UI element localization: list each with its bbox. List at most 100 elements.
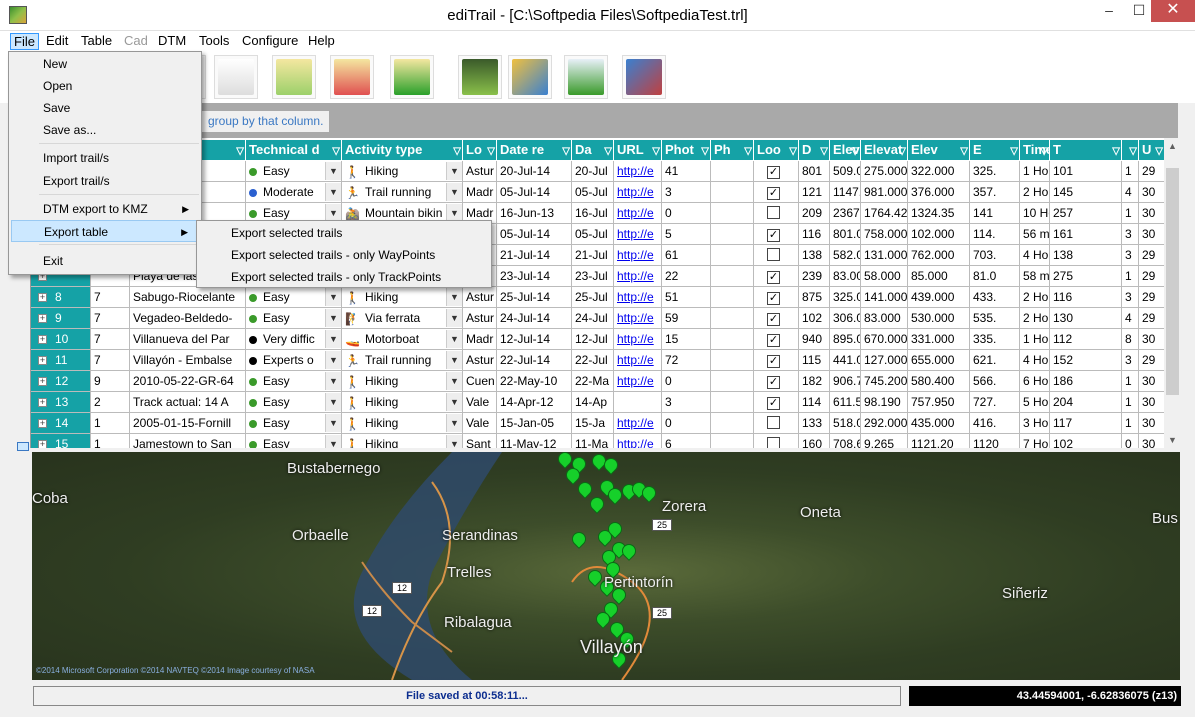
cell-t[interactable]: 204 xyxy=(1050,392,1122,413)
menu-help[interactable]: Help xyxy=(305,33,338,50)
cell-t[interactable]: 275 xyxy=(1050,266,1122,287)
activity-dropdown-icon[interactable]: ▼ xyxy=(446,162,462,180)
cell-date[interactable]: 20-Jul-14 xyxy=(497,161,572,182)
cell-e3[interactable]: 331.000 xyxy=(908,329,970,350)
cell-loc[interactable]: Astur xyxy=(463,350,497,371)
filter-icon[interactable]: ▽ xyxy=(332,142,340,160)
cell-time[interactable]: 4 Hours 43 xyxy=(1020,350,1050,371)
cell-act[interactable]: 🏃 Trail running ▼ xyxy=(342,350,463,371)
url-link[interactable]: http://e xyxy=(617,437,654,448)
table-row[interactable]: +14 1 2005-01-15-Fornill Easy ▼ 🚶 Hiking ▼ Vale 1… xyxy=(31,413,1164,434)
cell-time[interactable]: 2 Hours 32 xyxy=(1020,182,1050,203)
cell-loo[interactable]: ✓ xyxy=(754,266,799,287)
table-row[interactable]: +9 7 Vegadeo-Beldedo- Easy ▼ 🧗 Via ferrata ▼ Ast… xyxy=(31,308,1164,329)
column-header[interactable]: Phot ▽ xyxy=(662,140,711,160)
cell-e2[interactable]: 292.000 xyxy=(861,413,908,434)
cell-da[interactable]: 22-Jul xyxy=(572,350,614,371)
cell-url[interactable]: http://e xyxy=(614,287,662,308)
cell-e4[interactable]: 621. xyxy=(970,350,1020,371)
loop-checkbox[interactable]: ✓ xyxy=(767,187,780,200)
cell-phot[interactable]: 59 xyxy=(662,308,711,329)
cell-ph[interactable] xyxy=(711,287,754,308)
close-button[interactable]: ✕ xyxy=(1151,0,1195,22)
cell-name[interactable]: 2005-01-15-Fornill xyxy=(130,413,246,434)
cell-e2[interactable]: 98.190 xyxy=(861,392,908,413)
scroll-thumb[interactable] xyxy=(1166,168,1179,395)
cell-phot[interactable]: 51 xyxy=(662,287,711,308)
menu-item-export-table[interactable]: Export table ▶ xyxy=(11,220,199,242)
cell-t[interactable]: 145 xyxy=(1050,182,1122,203)
cell-e4[interactable]: 141 xyxy=(970,203,1020,224)
cell-da[interactable]: 25-Jul xyxy=(572,287,614,308)
cell-url[interactable] xyxy=(614,392,662,413)
submenu-item-export-0[interactable]: Export selected trails xyxy=(199,222,489,244)
cell-act[interactable]: 🏃 Trail running ▼ xyxy=(342,182,463,203)
url-link[interactable]: http://e xyxy=(617,248,654,262)
cell-e2[interactable]: 1764.420 xyxy=(861,203,908,224)
url-link[interactable]: http://e xyxy=(617,206,654,220)
cell-loc[interactable]: Vale xyxy=(463,413,497,434)
cell-x[interactable]: 1 xyxy=(1122,413,1139,434)
cell-e1[interactable]: 441.00 xyxy=(830,350,861,371)
cell-ph[interactable] xyxy=(711,308,754,329)
column-header[interactable]: URL ▽ xyxy=(614,140,662,160)
difficulty-dropdown-icon[interactable]: ▼ xyxy=(325,393,341,411)
cell-date[interactable]: 25-Jul-14 xyxy=(497,287,572,308)
cell-id[interactable]: +12 xyxy=(31,371,91,392)
difficulty-dropdown-icon[interactable]: ▼ xyxy=(325,414,341,432)
cell-loo[interactable]: ✓ xyxy=(754,329,799,350)
filter-icon[interactable]: ▽ xyxy=(652,142,660,160)
cell-date[interactable]: 14-Apr-12 xyxy=(497,392,572,413)
cell-e4[interactable]: 727. xyxy=(970,392,1020,413)
url-link[interactable]: http://e xyxy=(617,374,654,388)
cell-loc[interactable]: Vale xyxy=(463,392,497,413)
cell-diff[interactable]: Easy ▼ xyxy=(246,287,342,308)
cell-date[interactable]: 16-Jun-13 xyxy=(497,203,572,224)
activity-dropdown-icon[interactable]: ▼ xyxy=(446,183,462,201)
cell-t[interactable]: 152 xyxy=(1050,350,1122,371)
cell-e1[interactable]: 611.54 xyxy=(830,392,861,413)
cell-ph[interactable] xyxy=(711,392,754,413)
cell-e4[interactable]: 433. xyxy=(970,287,1020,308)
cell-loc[interactable]: Cuen xyxy=(463,371,497,392)
loop-checkbox[interactable]: ✓ xyxy=(767,397,780,410)
cell-d[interactable]: 209 xyxy=(799,203,830,224)
cell-phot[interactable]: 0 xyxy=(662,413,711,434)
cell-phot[interactable]: 72 xyxy=(662,350,711,371)
cell-e3[interactable]: 757.950 xyxy=(908,392,970,413)
cell-e2[interactable]: 9.265 xyxy=(861,434,908,448)
url-link[interactable]: http://e xyxy=(617,332,654,346)
column-header[interactable]: E ▽ xyxy=(970,140,1020,160)
cell-x[interactable]: 1 xyxy=(1122,392,1139,413)
column-header[interactable]: Elev ▽ xyxy=(830,140,861,160)
cell-e2[interactable]: 275.000 xyxy=(861,161,908,182)
cell-time[interactable]: 5 Hours 36 xyxy=(1020,392,1050,413)
cell-ph[interactable] xyxy=(711,371,754,392)
column-header[interactable]: D ▽ xyxy=(799,140,830,160)
cell-diff[interactable]: Easy ▼ xyxy=(246,392,342,413)
filter-icon[interactable]: ▽ xyxy=(898,142,906,160)
cell-phot[interactable]: 61 xyxy=(662,245,711,266)
cell-da[interactable]: 20-Jul xyxy=(572,161,614,182)
expand-row-icon[interactable]: + xyxy=(38,335,47,344)
cell-x[interactable]: 1 xyxy=(1122,161,1139,182)
cell-u[interactable]: 30 xyxy=(1139,224,1164,245)
column-header[interactable]: Activity type ▽ xyxy=(342,140,463,160)
cell-loo[interactable] xyxy=(754,413,799,434)
cell-d[interactable]: 875 xyxy=(799,287,830,308)
maximize-button[interactable]: ☐ xyxy=(1124,0,1154,22)
cell-phot[interactable]: 22 xyxy=(662,266,711,287)
cell-loo[interactable]: ✓ xyxy=(754,392,799,413)
cell-time[interactable]: 7 Hours 10 xyxy=(1020,434,1050,448)
table-add-button[interactable] xyxy=(330,55,374,99)
filter-icon[interactable]: ▽ xyxy=(487,142,495,160)
cell-e4[interactable]: 81.0 xyxy=(970,266,1020,287)
filter-icon[interactable]: ▽ xyxy=(744,142,752,160)
menu-item-exit[interactable]: Exit xyxy=(11,250,199,272)
cell-diff[interactable]: Easy ▼ xyxy=(246,413,342,434)
url-link[interactable]: http://e xyxy=(617,416,654,430)
cell-diff[interactable]: Easy ▼ xyxy=(246,161,342,182)
cell-id[interactable]: +15 xyxy=(31,434,91,448)
menu-item-import-trails[interactable]: Import trail/s xyxy=(11,147,199,169)
loop-checkbox[interactable]: ✓ xyxy=(767,376,780,389)
